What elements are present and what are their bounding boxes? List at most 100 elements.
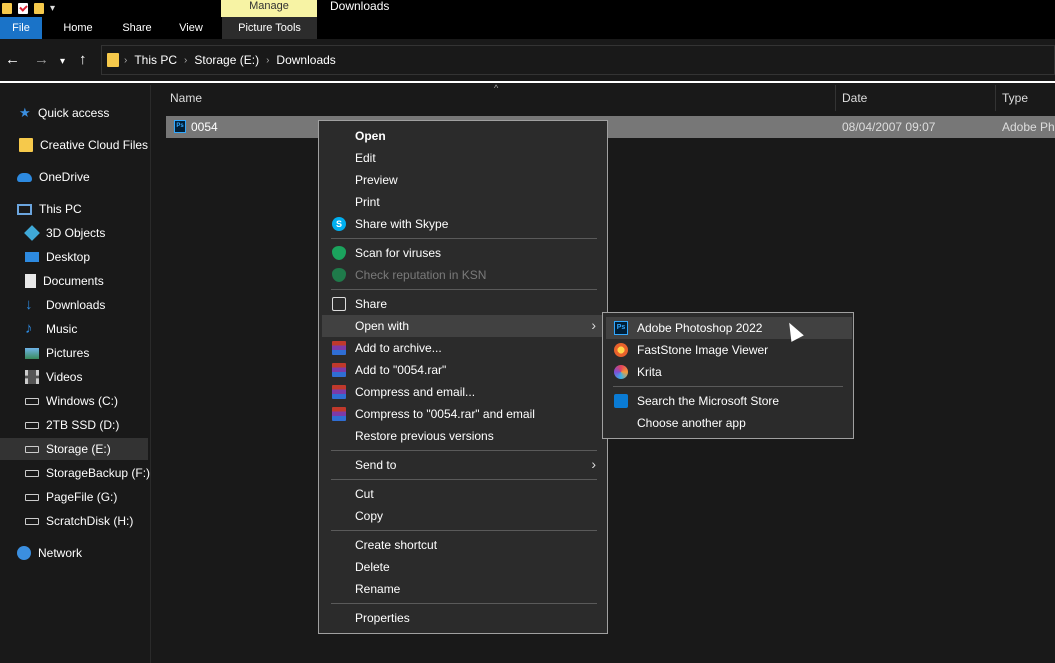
- sidebar-item-creative-cloud[interactable]: Creative Cloud Files: [0, 134, 150, 156]
- tab-picture-tools[interactable]: Picture Tools: [222, 17, 317, 39]
- computer-icon: [17, 203, 32, 215]
- menu-separator: [331, 479, 597, 480]
- sidebar-item-music[interactable]: ♪ Music: [0, 318, 150, 340]
- menu-item-restore-previous-versions[interactable]: Restore previous versions: [322, 425, 604, 447]
- menu-item-label: Create shortcut: [355, 538, 438, 552]
- tab-home[interactable]: Home: [42, 17, 114, 39]
- sidebar-item-pagefile-g[interactable]: PageFile (G:): [0, 486, 150, 508]
- pane-divider[interactable]: [150, 85, 151, 663]
- sidebar-item-quick-access[interactable]: ★ Quick access: [0, 102, 150, 124]
- sidebar-item-storage-e[interactable]: Storage (E:): [0, 438, 148, 460]
- chevron-right-icon[interactable]: ›: [184, 55, 187, 66]
- chevron-right-icon[interactable]: ›: [266, 55, 269, 66]
- menu-item-scan-for-viruses[interactable]: Scan for viruses: [322, 242, 604, 264]
- tab-file[interactable]: File: [0, 17, 42, 39]
- menu-item-check-reputation: Check reputation in KSN: [322, 264, 604, 286]
- sidebar-item-videos[interactable]: Videos: [0, 366, 150, 388]
- sidebar-item-label: Creative Cloud Files: [40, 138, 149, 152]
- pictures-icon: [25, 347, 39, 359]
- menu-item-add-to-rar[interactable]: Add to "0054.rar": [322, 359, 604, 381]
- drive-icon: [25, 493, 39, 501]
- forward-arrow-icon[interactable]: →: [34, 51, 49, 69]
- sidebar-item-label: This PC: [39, 202, 82, 216]
- back-arrow-icon[interactable]: ←: [5, 51, 20, 69]
- up-arrow-icon[interactable]: ↑: [79, 51, 87, 69]
- submenu-item-krita[interactable]: Krita: [606, 361, 852, 383]
- menu-item-preview[interactable]: Preview: [322, 169, 604, 191]
- address-bar[interactable]: › This PC › Storage (E:) › Downloads: [101, 45, 1055, 75]
- sidebar-item-label: Pictures: [46, 346, 90, 360]
- sidebar-item-windows-c[interactable]: Windows (C:): [0, 390, 150, 412]
- menu-separator: [613, 386, 843, 387]
- menu-item-print[interactable]: Print: [322, 191, 604, 213]
- sidebar-item-pictures[interactable]: Pictures: [0, 342, 150, 364]
- sidebar-item-documents[interactable]: Documents: [0, 270, 150, 292]
- menu-item-open-with[interactable]: Open with ›: [322, 315, 604, 337]
- menu-item-label: Copy: [355, 509, 384, 523]
- column-divider[interactable]: [995, 85, 996, 111]
- sidebar-item-network[interactable]: Network: [0, 542, 150, 564]
- sidebar-item-storagebackup-f[interactable]: StorageBackup (F:): [0, 462, 150, 484]
- submenu-item-photoshop[interactable]: Ps Adobe Photoshop 2022: [606, 317, 852, 339]
- sidebar-item-label: Storage (E:): [46, 442, 111, 456]
- sidebar-item-label: Music: [46, 322, 78, 336]
- new-folder-icon[interactable]: [34, 3, 44, 14]
- faststone-icon: [614, 343, 628, 357]
- menu-item-label: Restore previous versions: [355, 429, 494, 443]
- breadcrumb-storage[interactable]: Storage (E:): [194, 53, 259, 67]
- manage-context-tab[interactable]: Manage: [221, 0, 317, 17]
- column-divider[interactable]: [835, 85, 836, 111]
- menu-item-properties[interactable]: Properties: [322, 607, 604, 629]
- menu-item-copy[interactable]: Copy: [322, 505, 604, 527]
- navigation-pane: ★ Quick access Creative Cloud Files OneD…: [0, 85, 150, 663]
- customize-dropdown-icon[interactable]: ▾: [50, 3, 55, 14]
- share-icon: [332, 297, 346, 311]
- menu-item-rename[interactable]: Rename: [322, 578, 604, 600]
- column-header-name[interactable]: Name: [170, 91, 202, 105]
- tab-share[interactable]: Share: [114, 17, 160, 39]
- tab-view[interactable]: View: [160, 17, 222, 39]
- breadcrumb-downloads[interactable]: Downloads: [276, 53, 335, 67]
- sort-ascending-icon: ^: [494, 83, 499, 93]
- sidebar-item-2tb-ssd-d[interactable]: 2TB SSD (D:): [0, 414, 150, 436]
- sidebar-item-onedrive[interactable]: OneDrive: [0, 166, 150, 188]
- chevron-right-icon[interactable]: ›: [124, 55, 127, 66]
- recent-locations-chevron-icon[interactable]: ▾: [60, 53, 65, 71]
- menu-item-open[interactable]: Open: [322, 125, 604, 147]
- menu-item-create-shortcut[interactable]: Create shortcut: [322, 534, 604, 556]
- column-header-date[interactable]: Date: [842, 91, 867, 105]
- sidebar-item-label: Windows (C:): [46, 394, 119, 408]
- file-row[interactable]: Ps 0054 08/04/2007 09:07 Adobe Ph: [166, 116, 1055, 138]
- photoshop-icon: Ps: [614, 321, 628, 335]
- menu-item-send-to[interactable]: Send to ›: [322, 454, 604, 476]
- sidebar-item-scratchdisk-h[interactable]: ScratchDisk (H:): [0, 510, 150, 532]
- column-header-type[interactable]: Type: [1002, 91, 1028, 105]
- menu-item-delete[interactable]: Delete: [322, 556, 604, 578]
- sidebar-item-3d-objects[interactable]: 3D Objects: [0, 222, 150, 244]
- sidebar-item-desktop[interactable]: Desktop: [0, 246, 150, 268]
- menu-item-cut[interactable]: Cut: [322, 483, 604, 505]
- menu-item-share-with-skype[interactable]: S Share with Skype: [322, 213, 604, 235]
- sidebar-item-label: Quick access: [38, 106, 110, 120]
- menu-item-add-to-archive[interactable]: Add to archive...: [322, 337, 604, 359]
- submenu-item-choose-another-app[interactable]: Choose another app: [606, 412, 852, 434]
- video-icon: [25, 370, 39, 384]
- breadcrumb-this-pc[interactable]: This PC: [134, 53, 177, 67]
- desktop-icon: [25, 252, 39, 262]
- sidebar-item-label: Downloads: [46, 298, 106, 312]
- menu-item-share[interactable]: Share: [322, 293, 604, 315]
- music-icon: ♪: [25, 320, 33, 337]
- submenu-item-faststone[interactable]: FastStone Image Viewer: [606, 339, 852, 361]
- folder-icon[interactable]: [2, 3, 12, 14]
- properties-icon[interactable]: [18, 3, 28, 14]
- menu-item-label: Open with: [355, 319, 410, 333]
- menu-item-compress-to-rar-and-email[interactable]: Compress to "0054.rar" and email: [322, 403, 604, 425]
- submenu-item-microsoft-store[interactable]: Search the Microsoft Store: [606, 390, 852, 412]
- menu-item-label: Add to "0054.rar": [355, 363, 447, 377]
- menu-item-edit[interactable]: Edit: [322, 147, 604, 169]
- menu-item-compress-and-email[interactable]: Compress and email...: [322, 381, 604, 403]
- sidebar-item-this-pc[interactable]: This PC: [0, 198, 150, 220]
- winrar-icon: [332, 407, 346, 421]
- ribbon-tabs: File Home Share View Picture Tools: [0, 17, 317, 39]
- sidebar-item-downloads[interactable]: ↓ Downloads: [0, 294, 150, 316]
